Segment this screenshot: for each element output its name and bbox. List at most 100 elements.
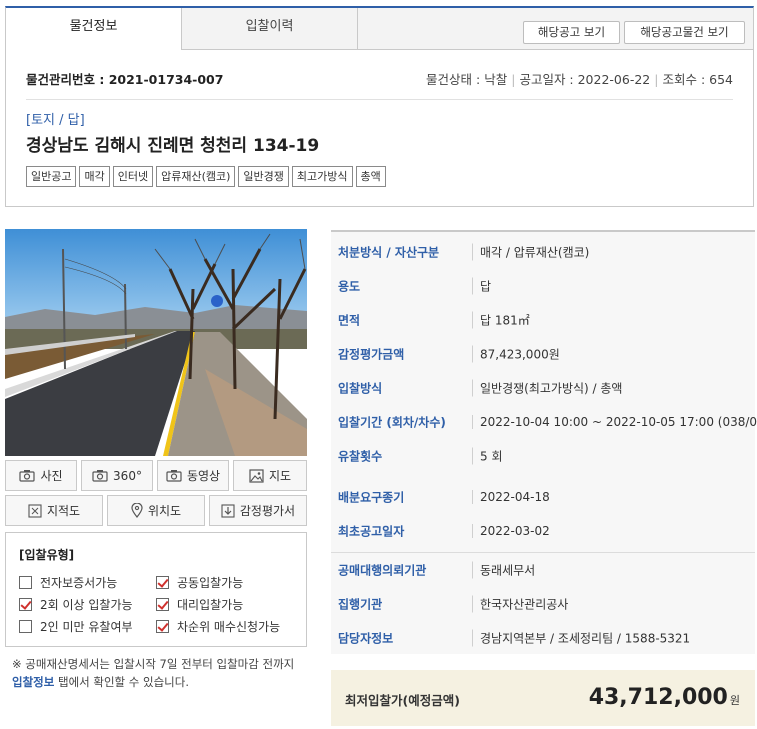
- notice-date: 공고일자 : 2022-06-22: [519, 72, 651, 87]
- video-camera-icon: [166, 470, 182, 482]
- info-value: 5 회: [472, 447, 503, 465]
- option-label: 2회 이상 입찰가능: [40, 598, 133, 612]
- minimum-bid-price: 최저입찰가(예정금액) 43,712,000 원: [331, 670, 755, 726]
- bid-type-panel: [입찰유형] 전자보증서가능 공동입찰가능 2회 이상 입찰가능 대리입찰가능 …: [5, 532, 307, 647]
- info-value: 87,423,000원: [472, 345, 560, 363]
- bid-type-title: [입찰유형]: [19, 548, 75, 562]
- info-value: 답: [472, 277, 491, 295]
- info-row: 유찰횟수 5 회: [331, 439, 755, 473]
- info-label: 공매대행의뢰기관: [338, 563, 427, 578]
- option-multi-bid[interactable]: 2회 이상 입찰가능: [19, 596, 133, 613]
- download-icon: [221, 503, 235, 518]
- video-label: 동영상: [186, 469, 221, 483]
- min-price-amount: 43,712,000 원: [589, 685, 740, 710]
- info-label: 처분방식 / 자산구분: [338, 245, 440, 260]
- info-row: 입찰방식 일반경쟁(최고가방식) / 총액: [331, 371, 755, 405]
- tab-bid-history[interactable]: 입찰이력: [182, 8, 358, 50]
- info-label: 배분요구종기: [338, 490, 405, 505]
- view-notice-button[interactable]: 해당공고 보기: [523, 21, 620, 44]
- notice-text: ※ 공매재산명세서는 입찰시작 7일 전부터 입찰마감 전까지 입찰정보 탭에서…: [12, 655, 307, 691]
- checkbox-checked[interactable]: [156, 576, 169, 589]
- tag: 일반경쟁: [238, 166, 289, 187]
- note-prefix: ※ 공매재산명세서는 입찰시작 7일 전부터 입찰마감 전까지: [12, 657, 295, 671]
- info-row: 처분방식 / 자산구분 매각 / 압류재산(캠코): [331, 235, 755, 269]
- property-address: 경상남도 김해시 진례면 청천리 134-19: [26, 136, 320, 156]
- info-row: 배분요구종기 2022-04-18: [331, 480, 755, 514]
- image-icon: [249, 468, 264, 483]
- info-label: 담당자정보: [338, 631, 394, 646]
- cadastral-label: 지적도: [46, 504, 81, 518]
- camera-icon: [19, 470, 36, 482]
- info-label: 최초공고일자: [338, 524, 405, 539]
- tag: 최고가방식: [291, 166, 353, 187]
- tag: 매각: [79, 166, 110, 187]
- separator: |: [654, 72, 659, 87]
- info-value: 동래세무서: [472, 561, 535, 579]
- item-status: 물건상태 : 낙찰: [426, 72, 508, 87]
- camera-icon: [92, 470, 108, 482]
- location-label: 위치도: [147, 504, 182, 518]
- property-photo[interactable]: [5, 229, 307, 456]
- checkbox-checked[interactable]: [156, 620, 169, 633]
- info-value: 경남지역본부 / 조세정리팀 / 1588-5321: [472, 629, 690, 647]
- expand-icon: [28, 503, 42, 518]
- view-360-label: 360°: [113, 468, 142, 483]
- info-value: 2022-03-02: [472, 524, 550, 538]
- view-notice-items-button[interactable]: 해당공고물건 보기: [624, 21, 745, 44]
- option-label: 전자보증서가능: [40, 576, 118, 590]
- info-label: 면적: [338, 313, 361, 328]
- tag: 일반공고: [26, 166, 77, 187]
- option-e-guarantee[interactable]: 전자보증서가능: [19, 574, 117, 591]
- info-row: 면적 답 181㎡: [331, 303, 755, 337]
- info-row: 감정평가금액 87,423,000원: [331, 337, 755, 371]
- info-row: 공매대행의뢰기관 동래세무서: [331, 553, 755, 587]
- photo-label: 사진: [40, 469, 63, 483]
- info-label: 감정평가금액: [338, 347, 405, 362]
- tag-list: 일반공고 매각 인터넷 압류재산(캠코) 일반경쟁 최고가방식 총액: [26, 166, 386, 187]
- info-value: 한국자산관리공사: [472, 595, 568, 613]
- info-label: 용도: [338, 279, 361, 294]
- info-row: 입찰기간 (회차/차수) 2022-10-04 10:00 ~ 2022-10-…: [331, 405, 757, 439]
- info-value: 2022-10-04 10:00 ~ 2022-10-05 17:00 (038…: [472, 415, 757, 429]
- item-meta-row: 물건관리번호 : 2021-01734-007 물건상태 : 낙찰 | 공고일자 :…: [26, 64, 733, 100]
- map-pin-icon: [131, 503, 143, 518]
- info-row: 최초공고일자 2022-03-02: [331, 514, 755, 548]
- checkbox-checked[interactable]: [19, 598, 32, 611]
- item-info-table: 처분방식 / 자산구분 매각 / 압류재산(캠코) 용도 답 면적 답 181㎡…: [331, 230, 757, 654]
- tab-item-info[interactable]: 물건정보: [6, 8, 182, 50]
- property-category: [토지 / 답]: [26, 113, 85, 128]
- info-label: 유찰횟수: [338, 449, 383, 464]
- info-label: 입찰방식: [338, 381, 383, 396]
- view-360-button[interactable]: 360°: [81, 460, 153, 491]
- map-button[interactable]: 지도: [233, 460, 307, 491]
- video-button[interactable]: 동영상: [157, 460, 229, 491]
- option-under-two-fail[interactable]: 2인 미만 유찰여부: [19, 618, 133, 635]
- appraisal-report-button[interactable]: 감정평가서: [209, 495, 307, 526]
- item-meta-right: 물건상태 : 낙찰 | 공고일자 : 2022-06-22 | 조회수 : 654: [426, 69, 733, 88]
- min-price-label: 최저입찰가(예정금액): [345, 693, 460, 708]
- note-suffix: 탭에서 확인할 수 있습니다.: [54, 675, 189, 689]
- bid-info-link[interactable]: 입찰정보: [12, 675, 54, 689]
- option-proxy-bid[interactable]: 대리입찰가능: [156, 596, 243, 613]
- appraisal-label: 감정평가서: [239, 504, 296, 518]
- info-label: 집행기관: [338, 597, 383, 612]
- separator: |: [511, 72, 516, 87]
- checkbox[interactable]: [19, 620, 32, 633]
- tag: 인터넷: [112, 166, 154, 187]
- info-value: 일반경쟁(최고가방식) / 총액: [472, 379, 622, 397]
- cadastral-map-button[interactable]: 지적도: [5, 495, 103, 526]
- item-header-panel: 물건정보 입찰이력 해당공고 보기 해당공고물건 보기 물건관리번호 : 202…: [5, 6, 754, 207]
- info-value: 답 181㎡: [472, 311, 530, 329]
- min-price-value: 43,712,000: [588, 685, 728, 710]
- option-label: 대리입찰가능: [177, 598, 244, 612]
- info-label: 입찰기간 (회차/차수): [338, 415, 446, 430]
- option-joint-bid[interactable]: 공동입찰가능: [156, 574, 243, 591]
- photo-button[interactable]: 사진: [5, 460, 77, 491]
- tag: 압류재산(캠코): [156, 166, 236, 187]
- checkbox-checked[interactable]: [156, 598, 169, 611]
- option-second-buyer[interactable]: 차순위 매수신청가능: [156, 618, 280, 635]
- option-label: 2인 미만 유찰여부: [40, 620, 133, 634]
- info-value: 매각 / 압류재산(캠코): [472, 243, 589, 261]
- location-map-button[interactable]: 위치도: [107, 495, 205, 526]
- checkbox[interactable]: [19, 576, 32, 589]
